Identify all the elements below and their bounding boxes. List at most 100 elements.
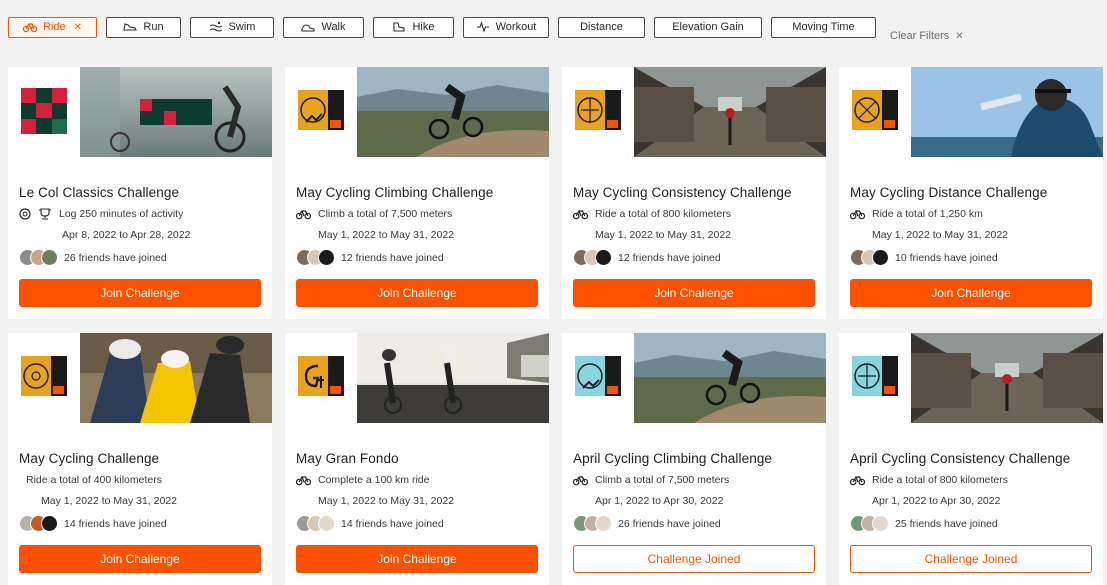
filter-label: Walk <box>321 21 346 33</box>
avatar <box>872 249 889 266</box>
avatar-stack <box>19 249 58 266</box>
filter-chip-run[interactable]: Run <box>106 16 181 38</box>
avatar <box>318 515 335 532</box>
challenge-goal: Complete a 100 km ride <box>296 474 429 486</box>
challenge-goal: Log 250 minutes of activity <box>19 208 183 220</box>
swim-icon <box>209 21 223 33</box>
goal-text: Ride a total of 400 kilometers <box>26 474 162 486</box>
challenge-goal: Climb a total of 7,500 meters <box>296 208 452 220</box>
challenge-badge-logo <box>298 354 344 400</box>
challenge-title[interactable]: May Cycling Consistency Challenge <box>573 185 792 200</box>
challenge-dates: May 1, 2022 to May 31, 2022 <box>318 495 455 507</box>
challenge-dates: Apr 8, 2022 to Apr 28, 2022 <box>62 229 191 241</box>
challenge-dates: Apr 1, 2022 to Apr 30, 2022 <box>872 495 1001 507</box>
clear-filters-button[interactable]: Clear Filters ✕ <box>890 30 964 42</box>
filter-chip-swim[interactable]: Swim <box>190 16 274 38</box>
goal-text: Climb a total of 7,500 meters <box>318 208 453 220</box>
challenge-joined-button[interactable]: Challenge Joined <box>850 545 1092 573</box>
pulse-icon <box>476 21 490 33</box>
avatar-stack <box>850 515 889 532</box>
hike-icon <box>392 21 406 33</box>
challenge-goal: Ride a total of 800 kilometers <box>573 208 731 220</box>
friends-joined: 26 friends have joined <box>19 249 167 266</box>
filter-chip-hike[interactable]: Hike <box>373 16 454 38</box>
challenge-badge-logo <box>575 354 621 400</box>
challenge-card[interactable]: May Cycling Challenge Ride a total of 40… <box>8 333 272 585</box>
challenge-card[interactable]: May Cycling Consistency Challenge Ride a… <box>562 67 826 319</box>
friends-joined: 12 friends have joined <box>573 249 721 266</box>
filter-label: Workout <box>495 21 537 33</box>
challenge-photo <box>80 333 272 423</box>
join-challenge-button[interactable]: Join Challenge <box>19 279 261 307</box>
challenge-title[interactable]: April Cycling Consistency Challenge <box>850 451 1070 466</box>
challenge-photo <box>634 67 826 157</box>
bike-icon <box>850 474 865 486</box>
bike-icon <box>296 208 311 220</box>
friends-joined: 10 friends have joined <box>850 249 998 266</box>
friends-count: 14 friends have joined <box>64 517 167 530</box>
goal-text: Climb a total of 7,500 meters <box>595 474 730 486</box>
friends-count: 25 friends have joined <box>895 517 998 530</box>
avatar <box>595 249 612 266</box>
challenge-photo <box>911 333 1103 423</box>
avatar-stack <box>296 249 335 266</box>
challenge-card[interactable]: April Cycling Consistency Challenge Ride… <box>839 333 1103 585</box>
filter-label: Ride <box>42 21 66 33</box>
challenge-badge-logo <box>298 88 344 134</box>
filter-chip-walk[interactable]: Walk <box>283 16 364 38</box>
challenge-card[interactable]: May Cycling Climbing Challenge Climb a t… <box>285 67 549 319</box>
friends-joined: 25 friends have joined <box>850 515 998 532</box>
friends-joined: 14 friends have joined <box>19 515 167 532</box>
bike-icon <box>22 21 37 33</box>
filter-chip-workout[interactable]: Workout <box>463 16 549 38</box>
challenge-badge-logo <box>575 88 621 134</box>
join-challenge-button[interactable]: Join Challenge <box>296 545 538 573</box>
filter-chip-distance[interactable]: Distance <box>558 16 645 38</box>
challenge-title[interactable]: Le Col Classics Challenge <box>19 185 179 200</box>
challenge-card[interactable]: Le Col Classics Challenge Log 250 minute… <box>8 67 272 319</box>
challenge-title[interactable]: May Cycling Distance Challenge <box>850 185 1047 200</box>
filter-chip-moving-time[interactable]: Moving Time <box>771 16 876 38</box>
filter-label: Moving Time <box>792 21 855 33</box>
join-challenge-button[interactable]: Join Challenge <box>19 545 261 573</box>
challenge-badge-logo <box>852 354 898 400</box>
challenge-title[interactable]: April Cycling Climbing Challenge <box>573 451 772 466</box>
avatar <box>41 249 58 266</box>
join-challenge-button[interactable]: Join Challenge <box>296 279 538 307</box>
close-icon: ✕ <box>955 30 964 42</box>
filter-chip-elevation-gain[interactable]: Elevation Gain <box>654 16 762 38</box>
challenge-photo <box>80 67 272 157</box>
challenge-grid: Le Col Classics Challenge Log 250 minute… <box>8 67 1107 585</box>
friends-count: 26 friends have joined <box>64 251 167 264</box>
challenge-goal: Ride a total of 1,250 km <box>850 208 983 220</box>
bike-icon <box>850 208 865 220</box>
challenge-card[interactable]: May Cycling Distance Challenge Ride a to… <box>839 67 1103 319</box>
challenge-joined-button[interactable]: Challenge Joined <box>573 545 815 573</box>
join-challenge-button[interactable]: Join Challenge <box>573 279 815 307</box>
goal-text: Ride a total of 800 kilometers <box>595 208 731 220</box>
bike-icon <box>296 474 311 486</box>
avatar-stack <box>573 515 612 532</box>
challenge-title[interactable]: May Cycling Challenge <box>19 451 159 466</box>
friends-count: 26 friends have joined <box>618 517 721 530</box>
challenge-badge-logo <box>21 354 67 400</box>
challenge-photo <box>357 67 549 157</box>
challenge-dates: May 1, 2022 to May 31, 2022 <box>595 229 732 241</box>
filter-chip-ride[interactable]: Ride ✕ <box>8 16 97 38</box>
avatar-stack <box>573 249 612 266</box>
goal-text: Ride a total of 800 kilometers <box>872 474 1008 486</box>
challenge-title[interactable]: May Cycling Climbing Challenge <box>296 185 493 200</box>
filter-label: Run <box>143 21 164 33</box>
avatar-stack <box>19 515 58 532</box>
lecol-logo <box>21 88 67 134</box>
challenge-dates: Apr 1, 2022 to Apr 30, 2022 <box>595 495 724 507</box>
walk-icon <box>301 21 316 33</box>
challenge-card[interactable]: April Cycling Climbing Challenge Climb a… <box>562 333 826 585</box>
join-challenge-button[interactable]: Join Challenge <box>850 279 1092 307</box>
challenge-card[interactable]: May Gran Fondo Complete a 100 km ride Ma… <box>285 333 549 585</box>
challenge-title[interactable]: May Gran Fondo <box>296 451 399 466</box>
challenge-dates: May 1, 2022 to May 31, 2022 <box>318 229 455 241</box>
challenge-goal: Ride a total of 800 kilometers <box>850 474 1008 486</box>
friends-joined: 14 friends have joined <box>296 515 444 532</box>
close-icon[interactable]: ✕ <box>74 22 82 33</box>
